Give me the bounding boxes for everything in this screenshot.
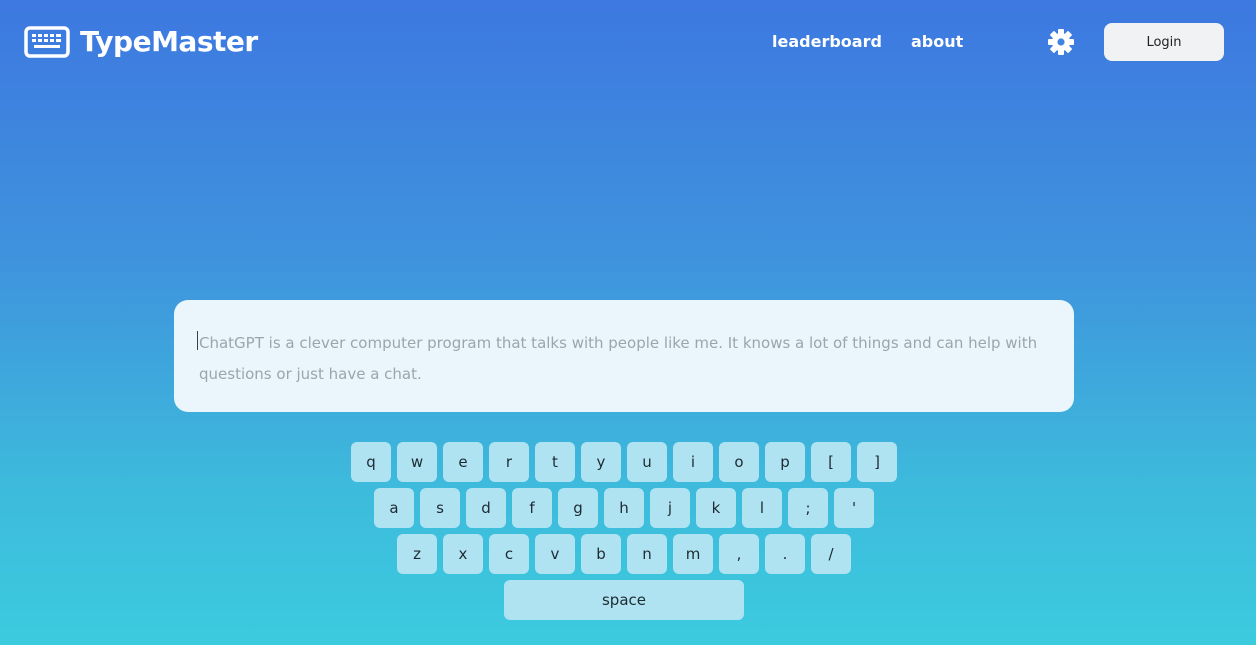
- nav-about-link[interactable]: about: [911, 32, 963, 51]
- key-e[interactable]: e: [443, 442, 483, 482]
- key-y[interactable]: y: [581, 442, 621, 482]
- key-x[interactable]: x: [443, 534, 483, 574]
- key-o[interactable]: o: [719, 442, 759, 482]
- text-caret: [197, 331, 198, 350]
- key-s[interactable]: s: [420, 488, 460, 528]
- key-q[interactable]: q: [351, 442, 391, 482]
- key-n[interactable]: n: [627, 534, 667, 574]
- key-right-bracket[interactable]: ]: [857, 442, 897, 482]
- keyboard-row-2: a s d f g h j k l; ': [374, 488, 874, 528]
- typing-prompt-text: ChatGPT is a clever computer program tha…: [199, 334, 1038, 383]
- key-h[interactable]: h: [604, 488, 644, 528]
- typing-text-area[interactable]: ChatGPT is a clever computer program tha…: [174, 300, 1074, 412]
- key-w[interactable]: w: [397, 442, 437, 482]
- key-left-bracket[interactable]: [: [811, 442, 851, 482]
- key-u[interactable]: u: [627, 442, 667, 482]
- key-j[interactable]: j: [650, 488, 690, 528]
- key-d[interactable]: d: [466, 488, 506, 528]
- keyboard-row-1: q w e r t y u i o p[]: [351, 442, 897, 482]
- key-slash[interactable]: /: [811, 534, 851, 574]
- key-comma[interactable]: ,: [719, 534, 759, 574]
- key-g[interactable]: g: [558, 488, 598, 528]
- key-k[interactable]: k: [696, 488, 736, 528]
- key-l[interactable]: l: [742, 488, 782, 528]
- key-space[interactable]: space: [504, 580, 744, 620]
- keyboard-icon: [24, 25, 70, 58]
- key-a[interactable]: a: [374, 488, 414, 528]
- gear-icon[interactable]: [1048, 29, 1074, 55]
- key-v[interactable]: v: [535, 534, 575, 574]
- login-button[interactable]: Login: [1104, 23, 1224, 61]
- key-z[interactable]: z: [397, 534, 437, 574]
- nav-leaderboard-link[interactable]: leaderboard: [772, 32, 882, 51]
- key-f[interactable]: f: [512, 488, 552, 528]
- brand-name: TypeMaster: [80, 25, 258, 58]
- key-i[interactable]: i: [673, 442, 713, 482]
- key-apostrophe[interactable]: ': [834, 488, 874, 528]
- keyboard-row-space: space: [504, 580, 744, 620]
- keyboard-row-3: z x c v b n m,. /: [397, 534, 851, 574]
- key-r[interactable]: r: [489, 442, 529, 482]
- key-b[interactable]: b: [581, 534, 621, 574]
- key-period[interactable]: .: [765, 534, 805, 574]
- key-p[interactable]: p: [765, 442, 805, 482]
- key-c[interactable]: c: [489, 534, 529, 574]
- key-semicolon[interactable]: ;: [788, 488, 828, 528]
- brand-logo[interactable]: TypeMaster: [24, 25, 258, 58]
- key-m[interactable]: m: [673, 534, 713, 574]
- key-t[interactable]: t: [535, 442, 575, 482]
